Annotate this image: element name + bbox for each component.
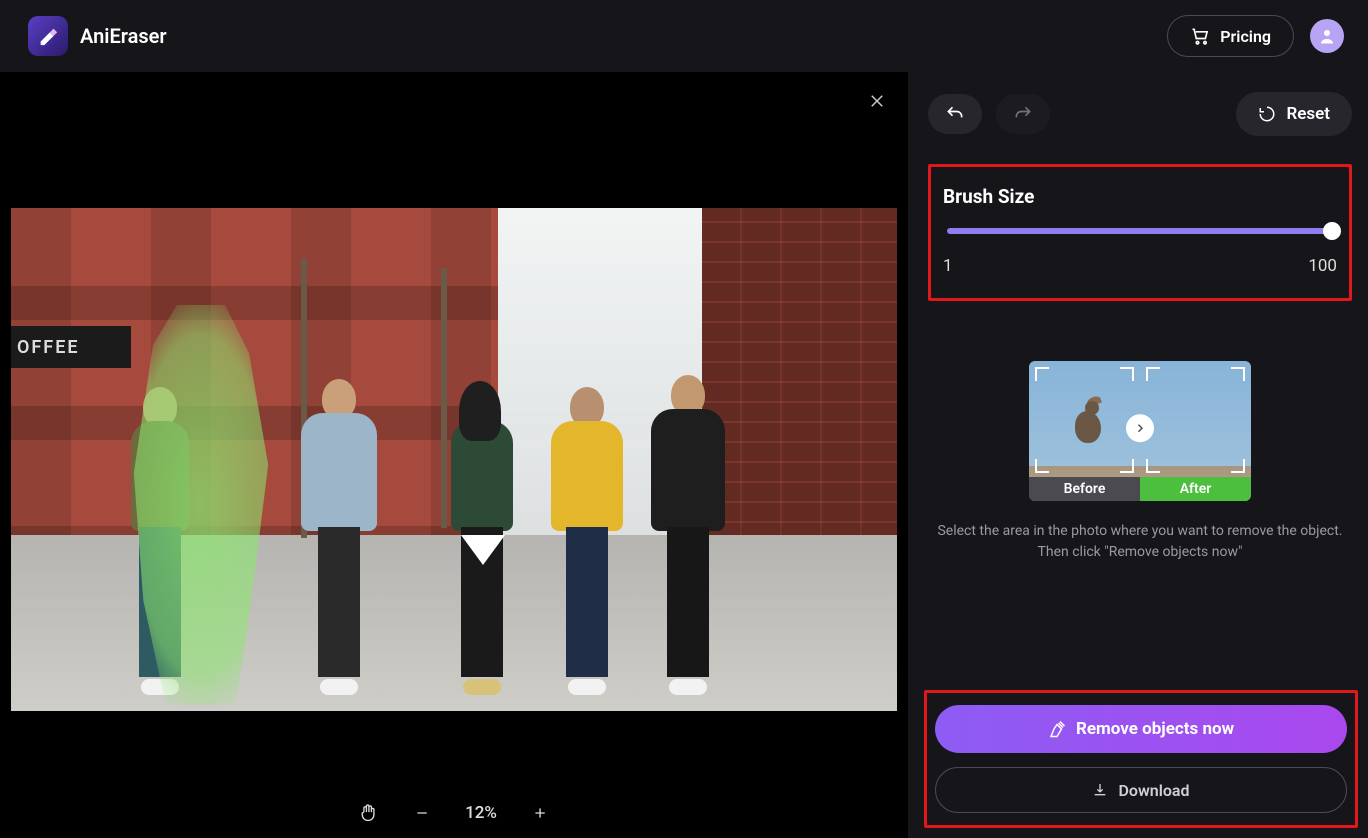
download-icon (1092, 782, 1108, 798)
pricing-button[interactable]: Pricing (1167, 15, 1294, 57)
person-masked (131, 387, 189, 697)
remove-objects-button[interactable]: Remove objects now (935, 705, 1347, 753)
close-icon (868, 92, 886, 110)
pricing-label: Pricing (1220, 27, 1271, 46)
coffee-sign: OFFEE (11, 326, 131, 368)
download-button[interactable]: Download (935, 767, 1347, 813)
preview-area: Before After Select the area in the phot… (928, 361, 1352, 563)
slider-min: 1 (943, 256, 953, 276)
sidebar: Reset Brush Size 1 100 (908, 72, 1368, 838)
zoom-out-button[interactable] (411, 802, 433, 824)
person (451, 387, 513, 697)
preview-labels: Before After (1029, 477, 1251, 501)
minus-icon (414, 805, 430, 821)
slider-max: 100 (1308, 256, 1337, 276)
avatar[interactable] (1310, 19, 1344, 53)
cart-icon (1190, 26, 1210, 46)
slider-thumb[interactable] (1323, 222, 1341, 240)
logo[interactable]: AniEraser (28, 16, 167, 56)
before-after-preview: Before After (1029, 361, 1251, 501)
undo-redo-group (928, 94, 1050, 134)
reset-icon (1258, 105, 1276, 123)
scene-building-left (11, 208, 498, 560)
slider-range-labels: 1 100 (943, 256, 1337, 276)
action-section: Remove objects now Download (924, 690, 1358, 828)
app-name: AniEraser (80, 24, 167, 48)
chevron-right-icon (1134, 422, 1146, 434)
history-row: Reset (928, 92, 1352, 136)
hand-icon (358, 802, 378, 824)
person (651, 375, 725, 697)
app-header: AniEraser Pricing (0, 0, 1368, 72)
person (301, 379, 377, 697)
instruction-text: Select the area in the photo where you w… (928, 521, 1352, 563)
bird-icon (1067, 399, 1109, 445)
zoom-toolbar: 12% (357, 802, 551, 824)
redo-button[interactable] (996, 94, 1050, 134)
redo-icon (1013, 104, 1033, 124)
brush-size-section: Brush Size 1 100 (928, 164, 1352, 301)
canvas-image[interactable]: OFFEE (11, 208, 897, 711)
canvas-area: OFFEE (0, 72, 908, 838)
header-right: Pricing (1167, 15, 1344, 57)
brush-size-slider[interactable] (947, 228, 1333, 234)
zoom-in-button[interactable] (529, 802, 551, 824)
preview-divider (1126, 414, 1154, 442)
after-label: After (1140, 477, 1251, 501)
reset-label: Reset (1286, 104, 1330, 124)
download-label: Download (1118, 781, 1189, 800)
main: OFFEE (0, 72, 1368, 838)
close-button[interactable] (868, 92, 886, 114)
zoom-value: 12% (465, 803, 497, 823)
reset-button[interactable]: Reset (1236, 92, 1352, 136)
undo-icon (945, 104, 965, 124)
scene-tree (441, 268, 447, 528)
brush-size-title: Brush Size (943, 185, 1337, 208)
before-label: Before (1029, 477, 1140, 501)
remove-label: Remove objects now (1076, 719, 1234, 739)
broom-icon (1048, 720, 1066, 738)
plus-icon (532, 805, 548, 821)
user-icon (1318, 27, 1336, 45)
undo-button[interactable] (928, 94, 982, 134)
pan-tool[interactable] (357, 802, 379, 824)
eraser-icon (28, 16, 68, 56)
person (551, 387, 623, 697)
